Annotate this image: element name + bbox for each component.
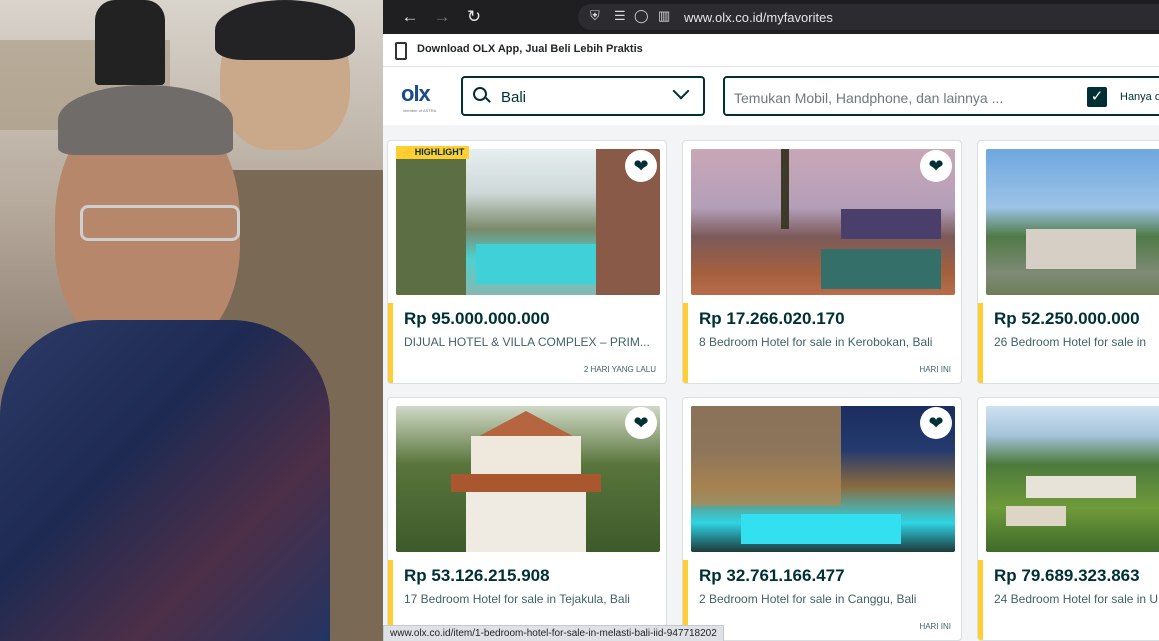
browser-window: ← → ↻ ⛨ ☰ ◯ ▥ www.olx.co.id/myfavorites … — [383, 0, 1159, 641]
highlight-bar — [978, 560, 983, 640]
tracking-icon[interactable]: ◯ — [634, 8, 649, 24]
url-text[interactable]: www.olx.co.id/myfavorites — [684, 10, 833, 25]
logo-subtext: member of ASTRA — [403, 108, 437, 113]
listing-image[interactable] — [396, 406, 660, 552]
arrow-right-icon[interactable]: → — [431, 6, 453, 28]
favorite-heart-icon[interactable]: ❤ — [625, 150, 657, 182]
listing-price: Rp 32.761.166.477 — [699, 566, 845, 585]
arrow-left-icon[interactable]: ← — [399, 6, 421, 28]
listing-card[interactable]: ❤ Rp 17.266.020.170 8 Bedroom Hotel for … — [682, 140, 962, 384]
listing-price: Rp 17.266.020.170 — [699, 309, 845, 328]
favorite-heart-icon[interactable]: ❤ — [625, 407, 657, 439]
listing-card[interactable]: ❤ Rp 32.761.166.477 2 Bedroom Hotel for … — [682, 397, 962, 641]
filter-label: Hanya di — [1120, 91, 1159, 103]
listing-price: Rp 79.689.323.863 — [994, 566, 1140, 585]
listing-title[interactable]: 26 Bedroom Hotel for sale in — [994, 335, 1146, 349]
listing-date: HARI INI — [919, 622, 951, 631]
listing-title[interactable]: 24 Bedroom Hotel for sale in U — [994, 592, 1158, 606]
search-input[interactable]: Temukan Mobil, Handphone, dan lainnya ..… — [723, 76, 1159, 116]
listing-title[interactable]: 17 Bedroom Hotel for sale in Tejakula, B… — [404, 592, 630, 606]
location-select[interactable]: Bali — [461, 76, 705, 116]
site-header: olx member of ASTRA Bali Temukan Mobil, … — [383, 67, 1159, 125]
permissions-icon[interactable]: ☰ — [614, 8, 626, 24]
highlight-badge-label: HIGHLIGHT — [414, 147, 465, 157]
listing-card[interactable]: ❤ Rp 52.250.000.000 26 Bedroom Hotel for… — [977, 140, 1159, 384]
phone-icon — [395, 42, 407, 60]
news-photo — [0, 0, 383, 641]
app-download-banner[interactable]: Download OLX App, Jual Beli Lebih Prakti… — [383, 34, 1159, 67]
listing-price: Rp 52.250.000.000 — [994, 309, 1140, 328]
browser-toolbar: ← → ↻ ⛨ ☰ ◯ ▥ www.olx.co.id/myfavorites — [383, 0, 1159, 34]
filter-checkbox[interactable]: ✓ — [1087, 87, 1107, 107]
status-bar-url: www.olx.co.id/item/1-bedroom-hotel-for-s… — [383, 625, 724, 641]
logo-text: olx — [401, 81, 431, 106]
listing-date: 2 HARI YANG LALU — [583, 365, 656, 374]
highlight-badge: ⚡ HIGHLIGHT — [396, 146, 470, 159]
listing-image[interactable] — [986, 406, 1159, 552]
listing-image[interactable] — [691, 149, 955, 295]
favorite-heart-icon[interactable]: ❤ — [920, 150, 952, 182]
highlight-bar — [683, 303, 688, 383]
lock-icon[interactable]: ▥ — [658, 8, 670, 24]
listing-card[interactable]: Rp 79.689.323.863 24 Bedroom Hotel for s… — [977, 397, 1159, 641]
listing-date: HARI INI — [919, 365, 951, 374]
location-value: Bali — [501, 89, 527, 106]
listing-card[interactable]: ⚡ HIGHLIGHT ❤ Rp 95.000.000.000 DIJUAL H… — [387, 140, 667, 384]
favorite-heart-icon[interactable]: ❤ — [920, 407, 952, 439]
highlight-bar — [388, 303, 393, 383]
listing-price: Rp 95.000.000.000 — [404, 309, 550, 328]
shield-icon[interactable]: ⛨ — [590, 8, 600, 24]
listing-card[interactable]: ❤ Rp 53.126.215.908 17 Bedroom Hotel for… — [387, 397, 667, 641]
highlight-bar — [978, 303, 983, 383]
listing-title[interactable]: DIJUAL HOTEL & VILLA COMPLEX – PRIM... — [404, 335, 650, 349]
listing-title[interactable]: 8 Bedroom Hotel for sale in Kerobokan, B… — [699, 335, 932, 349]
listing-price: Rp 53.126.215.908 — [404, 566, 550, 585]
listing-image[interactable] — [986, 149, 1159, 295]
address-bar[interactable]: ⛨ ☰ ◯ ▥ www.olx.co.id/myfavorites — [578, 4, 1159, 30]
reload-icon[interactable]: ↻ — [463, 6, 485, 28]
listing-image[interactable] — [691, 406, 955, 552]
banner-text: Download OLX App, Jual Beli Lebih Prakti… — [417, 43, 643, 55]
listing-title[interactable]: 2 Bedroom Hotel for sale in Canggu, Bali — [699, 592, 916, 606]
search-placeholder: Temukan Mobil, Handphone, dan lainnya ..… — [734, 90, 1004, 106]
search-icon — [473, 87, 487, 101]
listing-image[interactable] — [396, 149, 660, 295]
chevron-down-icon[interactable] — [672, 82, 690, 100]
olx-logo[interactable]: olx member of ASTRA — [401, 81, 436, 113]
